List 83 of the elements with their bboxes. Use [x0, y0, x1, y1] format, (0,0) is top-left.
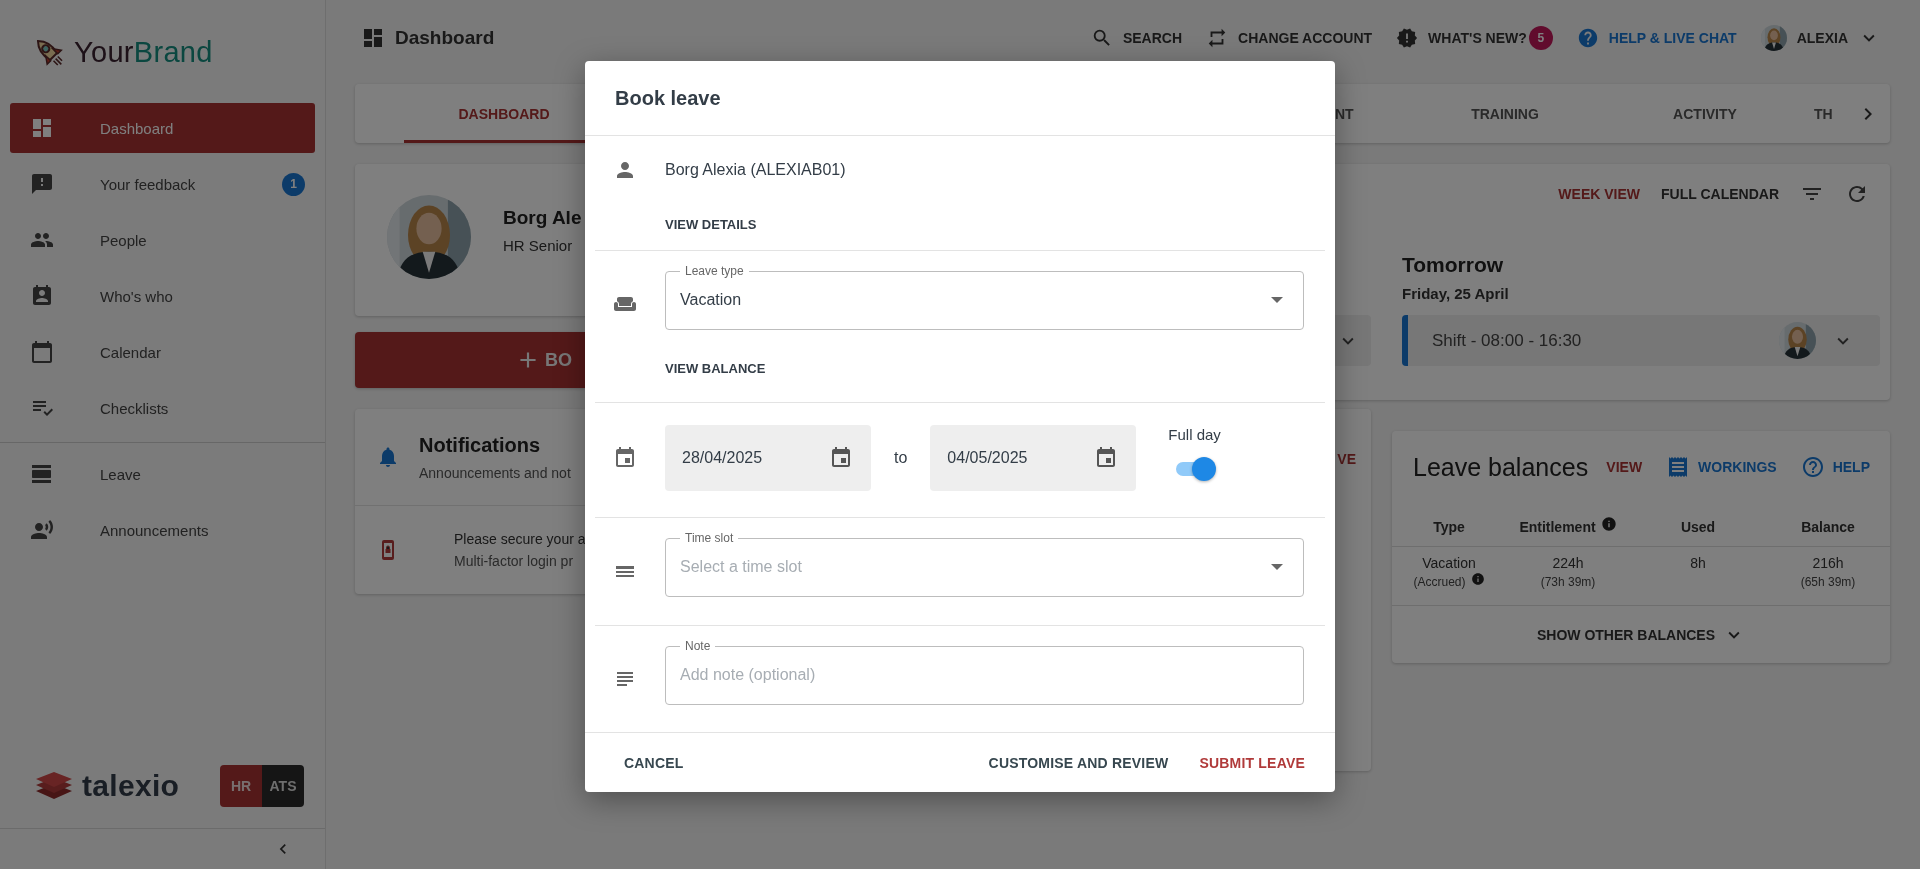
nav-item[interactable]: Calendar [10, 327, 315, 377]
note-field[interactable]: Note Add note (optional) [665, 639, 1304, 705]
product-wordmark: talexio [82, 769, 180, 803]
tab[interactable]: NT [1335, 84, 1385, 143]
header-action[interactable]: SEARCH [1090, 23, 1183, 53]
table-cell: 224h [1552, 555, 1584, 571]
view-details-link[interactable]: VIEW DETAILS [665, 216, 757, 232]
card-action[interactable]: WORKINGS [1666, 455, 1777, 479]
dialog-button[interactable]: CANCEL [615, 746, 693, 779]
leave-type-select[interactable]: Leave type Vacation [665, 264, 1304, 330]
user-menu-button[interactable]: ALEXIA [1760, 23, 1880, 53]
announcement-icon [30, 518, 54, 542]
start-date-field[interactable]: 28/04/2025 [665, 425, 871, 491]
shift-row[interactable]: Shift - 08:00 - 16:30 [1402, 315, 1880, 366]
calendar-icon [829, 446, 853, 470]
table-cell: Vacation [1422, 555, 1476, 571]
time-slot-select[interactable]: Time slot Select a time slot [665, 531, 1304, 597]
nav-item[interactable]: Dashboard [10, 103, 315, 153]
count-badge: 5 [1528, 26, 1553, 50]
nav-item[interactable]: People [10, 215, 315, 265]
tab[interactable]: ACTIVITY [1605, 84, 1805, 143]
alert-badge-icon [1396, 27, 1419, 49]
cell-note: (73h 39m) [1540, 575, 1596, 589]
help-icon [1576, 27, 1599, 49]
card-subtitle: Announcements and not [419, 464, 571, 481]
card-title: Leave balances [1413, 452, 1589, 482]
help-icon [1800, 455, 1825, 479]
tab[interactable]: TH [1805, 84, 1845, 143]
feedback-icon [30, 172, 54, 196]
column-header: Entitlement [1519, 518, 1596, 535]
page-title: Dashboard [395, 27, 495, 49]
dropdown-caret-icon [1271, 564, 1283, 570]
calendar-icon [30, 340, 54, 364]
header-action[interactable]: HELP & LIVE CHAT [1576, 23, 1737, 53]
dialog-button[interactable]: SUBMIT LEAVE [1190, 746, 1314, 779]
dashboard-icon [30, 116, 54, 140]
layers-logo-icon [34, 770, 74, 802]
cell-note: (65h 39m) [1800, 575, 1856, 589]
header-action[interactable]: CHANGE ACCOUNT [1206, 23, 1373, 53]
nav-item[interactable]: Who's who [10, 271, 315, 321]
contact-card-icon [30, 284, 54, 308]
view-balance-link[interactable]: VIEW BALANCE [665, 360, 766, 376]
card-action[interactable]: VIEW [1606, 459, 1643, 475]
column-header: Balance [1801, 518, 1855, 535]
chevron-right-icon [1863, 107, 1872, 120]
card-link[interactable]: VE [1337, 451, 1356, 467]
employee-name: Borg Ale [503, 206, 582, 229]
leave-icon [30, 462, 54, 486]
cell-note: (Accrued) [1413, 575, 1466, 589]
table-cell: 216h [1812, 555, 1844, 571]
view-button[interactable]: WEEK VIEW [1558, 186, 1641, 202]
table-cell: 8h [1690, 555, 1706, 571]
nav-item[interactable]: Your feedback 1 [10, 159, 315, 209]
full-day-toggle[interactable] [1174, 457, 1217, 481]
tab[interactable]: TRAINING [1405, 84, 1605, 143]
view-button[interactable]: FULL CALENDAR [1661, 186, 1779, 202]
employee-name: Borg Alexia (ALEXIAB01) [665, 161, 847, 179]
count-badge: 1 [282, 172, 305, 196]
nav-item[interactable]: Leave [10, 449, 315, 499]
header-action[interactable]: WHAT'S NEW? 5 [1396, 23, 1553, 53]
nav-item[interactable]: Announcements [10, 505, 315, 555]
end-date-field[interactable]: 04/05/2025 [930, 425, 1137, 491]
column-header: Type [1433, 518, 1465, 535]
dropdown-caret-icon [1271, 297, 1283, 303]
notification-title: Please secure your a [454, 531, 586, 547]
date-separator: to [894, 449, 908, 467]
card-title: Notifications [419, 433, 542, 457]
brand-name: YourBrand [74, 36, 213, 69]
employee-role: HR Senior [503, 236, 574, 254]
column-header: Used [1680, 518, 1716, 535]
module-toggle[interactable]: ATS [262, 765, 304, 807]
calendar-icon [613, 446, 637, 470]
card-action[interactable]: HELP [1800, 455, 1870, 479]
date-label: Friday, 25 April [1402, 284, 1510, 304]
full-day-label: Full day [1168, 426, 1221, 443]
notification-text: Multi-factor login pr [454, 553, 575, 569]
dialog-title: Book leave [615, 86, 721, 110]
nav-item[interactable]: Checklists [10, 383, 315, 433]
dialog-button[interactable]: CUSTOMISE AND REVIEW [979, 746, 1178, 779]
dashboard-icon [361, 26, 385, 50]
day-heading: Tomorrow [1402, 252, 1505, 278]
module-toggle[interactable]: HR [220, 765, 262, 807]
show-more-button[interactable]: SHOW OTHER BALANCES [1536, 623, 1746, 646]
